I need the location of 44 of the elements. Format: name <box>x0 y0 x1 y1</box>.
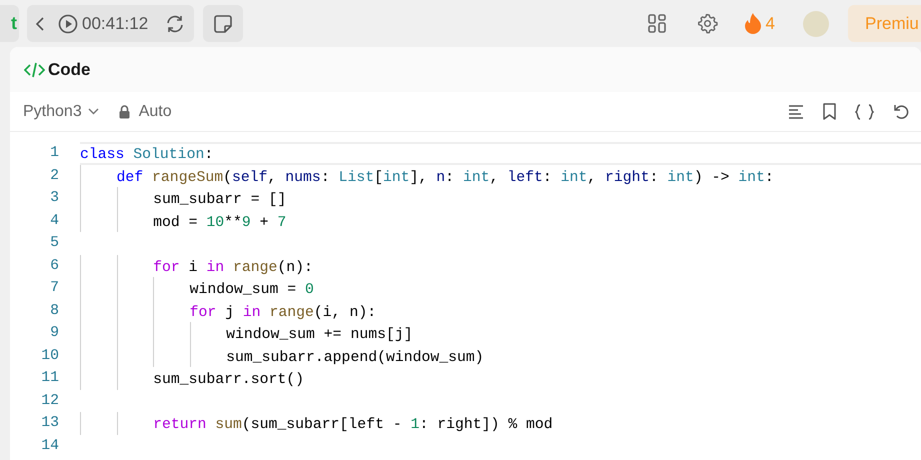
code-line: sum_subarr.sort() <box>153 371 304 388</box>
line-number: 2 <box>49 166 60 186</box>
code-line: mod = 10**9 + 7 <box>153 214 286 230</box>
code-line: sum_subarr.append(window_sum) <box>226 348 484 365</box>
code-line: for j in range(i, n): <box>190 304 376 320</box>
braces-icon[interactable] <box>855 104 874 120</box>
code-line: window_sum += nums[j] <box>226 326 413 342</box>
line-number: 12 <box>40 392 60 410</box>
panel-title: Code <box>48 58 90 81</box>
line-number: 3 <box>49 189 60 208</box>
settings-icon[interactable] <box>696 13 718 34</box>
refresh-icon <box>164 14 185 32</box>
line-number: 4 <box>49 212 60 230</box>
undo-icon[interactable] <box>893 104 909 120</box>
streak-count: 4 <box>766 12 775 35</box>
chevron-left-icon <box>36 16 44 30</box>
line-number: 7 <box>49 279 60 298</box>
layout-icon[interactable] <box>648 14 667 33</box>
line-number: 1 <box>49 144 60 163</box>
code-line: sum_subarr = [] <box>153 191 286 208</box>
line-number: 6 <box>49 256 60 276</box>
flame-icon <box>744 12 762 35</box>
format-icon[interactable] <box>788 104 804 118</box>
line-number: 9 <box>49 324 60 343</box>
line-number: 5 <box>49 234 60 253</box>
line-number: 13 <box>40 414 60 433</box>
line-number: 10 <box>40 346 60 366</box>
lock-icon <box>118 104 130 118</box>
language-dropdown[interactable]: Python3 <box>23 100 99 124</box>
code-icon <box>24 62 45 78</box>
code-line: for i in range(n): <box>153 258 313 275</box>
code-line: return sum(sum_subarr[left - 1: right]) % mod <box>153 416 553 432</box>
notes-button[interactable] <box>203 5 244 42</box>
line-number: 14 <box>40 436 60 456</box>
bookmark-icon[interactable] <box>823 103 836 120</box>
note-icon <box>214 14 232 32</box>
chevron-down-icon <box>88 108 99 115</box>
code-line: class Solution: <box>80 146 214 162</box>
play-icon <box>58 14 78 34</box>
mode-label: Auto <box>138 102 172 122</box>
code-line: window_sum = 0 <box>190 281 314 298</box>
line-number: 11 <box>40 369 60 388</box>
line-number: 8 <box>49 302 60 320</box>
code-line: def rangeSum(self, nums: List[int], n: int, left: int, right: int) -> int: <box>116 168 774 185</box>
